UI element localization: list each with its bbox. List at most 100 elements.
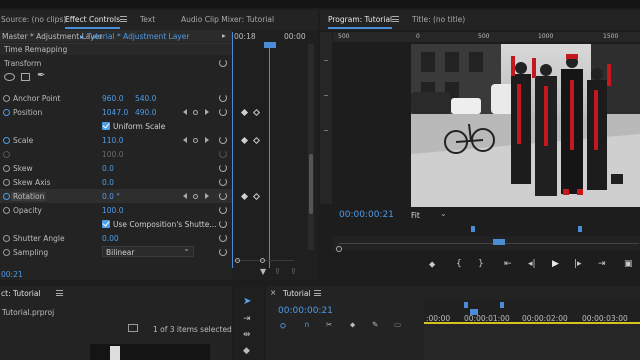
position-x-value[interactable]: 1047.0 xyxy=(102,108,128,117)
timeline-ruler[interactable]: :00:00 00:00:01:00 00:00:02:00 00:00:03:… xyxy=(424,300,640,324)
in-point-marker[interactable] xyxy=(471,226,475,232)
scrollbar-thumb[interactable] xyxy=(309,154,313,214)
wrench-icon[interactable]: ✎ xyxy=(372,320,378,329)
snap-icon[interactable]: ∩ xyxy=(304,320,310,329)
step-forward-icon[interactable]: |▸ xyxy=(574,259,582,269)
scale-value[interactable]: 110.0 xyxy=(102,136,123,145)
keyframe-nav[interactable] xyxy=(183,109,213,116)
rotation-value[interactable]: 0.0 ° xyxy=(102,192,120,201)
filter-icon[interactable]: ▼ xyxy=(260,267,266,276)
position-y-value[interactable]: 490.0 xyxy=(135,108,156,117)
panel-menu-icon[interactable] xyxy=(56,290,63,296)
stopwatch-icon[interactable] xyxy=(3,109,10,116)
selection-tool-icon[interactable]: ➤ xyxy=(243,296,251,307)
reset-icon[interactable] xyxy=(219,248,227,256)
step-back-icon[interactable]: ◂| xyxy=(528,259,536,269)
marker-icon[interactable]: ⬥ xyxy=(350,320,355,330)
close-icon[interactable]: × xyxy=(270,288,276,297)
stopwatch-icon[interactable] xyxy=(3,95,10,102)
stopwatch-icon[interactable] xyxy=(3,137,10,144)
media-thumbnail[interactable] xyxy=(90,344,210,360)
go-to-out-icon[interactable]: ⇥ xyxy=(598,259,606,269)
timeline-title[interactable]: Tutorial xyxy=(283,289,311,298)
project-title[interactable]: ct: Tutorial xyxy=(1,289,41,298)
export-frame-icon[interactable]: ▣ xyxy=(624,259,633,269)
scrollbar[interactable] xyxy=(308,44,314,250)
panel-menu-icon[interactable] xyxy=(392,16,399,22)
razor-tool-icon[interactable]: ◆ xyxy=(243,346,250,356)
ec-zoom-handle[interactable] xyxy=(260,258,265,263)
out-point-marker[interactable] xyxy=(578,226,582,232)
stopwatch-icon[interactable] xyxy=(3,193,10,200)
panel-menu-icon[interactable] xyxy=(314,290,321,296)
mark-in-icon[interactable]: { xyxy=(456,259,462,269)
skew-value[interactable]: 0.0 xyxy=(102,164,114,173)
stopwatch-icon[interactable] xyxy=(3,179,10,186)
scrub-handle[interactable] xyxy=(336,246,342,252)
reset-icon[interactable] xyxy=(219,108,227,116)
stopwatch-icon[interactable] xyxy=(3,207,10,214)
reset-icon[interactable] xyxy=(219,220,227,228)
tab-effect-controls[interactable]: Effect Controls xyxy=(65,15,120,29)
in-point-marker[interactable] xyxy=(464,302,468,308)
track-select-icon[interactable]: ⇥ xyxy=(243,314,251,324)
collapse-arrow-icon[interactable]: ▸ xyxy=(222,31,226,40)
use-comp-shutter-checkbox[interactable] xyxy=(102,220,110,228)
stopwatch-icon[interactable] xyxy=(3,235,10,242)
reset-icon[interactable] xyxy=(219,206,227,214)
effect-timeline[interactable]: 00:18 00:00 ▼ ⇪ ⇪ xyxy=(232,30,318,280)
ellipse-mask-icon[interactable] xyxy=(4,73,15,81)
go-to-in-icon[interactable]: ⇤ xyxy=(504,259,512,269)
ripple-edit-icon[interactable]: ⇹ xyxy=(243,330,251,340)
reset-icon[interactable] xyxy=(219,136,227,144)
tab-source[interactable]: Source: (no clips) xyxy=(1,15,66,24)
add-marker-icon[interactable]: ⬥ xyxy=(429,260,435,270)
shutter-angle-value[interactable]: 0.00 xyxy=(102,234,119,243)
stopwatch-icon[interactable] xyxy=(3,165,10,172)
play-icon[interactable]: ▶ xyxy=(552,259,559,269)
reset-icon[interactable] xyxy=(219,178,227,186)
sequence-clip-label[interactable]: Tutorial * Adjustment Layer xyxy=(87,32,189,41)
anchor-x-value[interactable]: 960.0 xyxy=(102,94,123,103)
keyframe-nav[interactable] xyxy=(183,193,213,200)
keyframe-nav[interactable] xyxy=(183,137,213,144)
reset-icon[interactable] xyxy=(219,59,227,67)
timeline-timecode[interactable]: 00:00:00:21 xyxy=(278,306,333,316)
program-scrub-bar[interactable] xyxy=(333,236,640,252)
track-area[interactable] xyxy=(424,324,640,360)
bin-icon[interactable] xyxy=(128,324,138,332)
transform-row[interactable]: Transform xyxy=(0,56,232,69)
out-point-marker[interactable] xyxy=(500,302,504,308)
opacity-value[interactable]: 100.0 xyxy=(102,206,123,215)
tab-text[interactable]: Text xyxy=(140,15,155,24)
ec-playhead-head[interactable] xyxy=(264,42,276,48)
mark-out-icon[interactable]: } xyxy=(478,259,484,269)
export-icon[interactable]: ⇪ xyxy=(290,267,297,276)
ec-footer-timecode[interactable]: 00:21 xyxy=(1,270,23,279)
ec-zoom-handle[interactable] xyxy=(235,258,240,263)
sampling-select[interactable]: Bilinear xyxy=(102,244,194,257)
fit-select[interactable]: Fit ⌄ xyxy=(409,209,449,220)
panel-menu-icon[interactable] xyxy=(120,16,127,22)
reset-icon[interactable] xyxy=(219,164,227,172)
captions-icon[interactable]: ▭ xyxy=(394,320,401,329)
program-timecode[interactable]: 00:00:00:21 xyxy=(339,210,394,220)
skew-axis-value[interactable]: 0.0 xyxy=(102,178,114,187)
reset-icon[interactable] xyxy=(219,94,227,102)
tab-program[interactable]: Program: Tutorial xyxy=(328,15,393,29)
stopwatch-icon[interactable] xyxy=(3,249,10,256)
time-remap-row[interactable]: Time Remapping xyxy=(0,44,232,55)
tab-audio-clip-mixer[interactable]: Audio Clip Mixer: Tutorial xyxy=(181,15,274,24)
uniform-scale-checkbox[interactable] xyxy=(102,122,110,130)
reset-icon[interactable] xyxy=(219,192,227,200)
video-frame[interactable] xyxy=(411,44,640,207)
pen-icon[interactable]: ✒ xyxy=(37,70,45,81)
scrub-playhead[interactable] xyxy=(493,239,505,245)
rectangle-mask-icon[interactable] xyxy=(21,73,30,81)
timeline-playhead[interactable] xyxy=(470,309,478,315)
reset-icon[interactable] xyxy=(219,234,227,242)
export-icon[interactable]: ⇪ xyxy=(274,267,281,276)
nest-icon[interactable]: ⛭ xyxy=(280,321,286,331)
tab-title[interactable]: Title: (no title) xyxy=(412,15,465,24)
linked-selection-icon[interactable]: ✂ xyxy=(326,320,332,329)
